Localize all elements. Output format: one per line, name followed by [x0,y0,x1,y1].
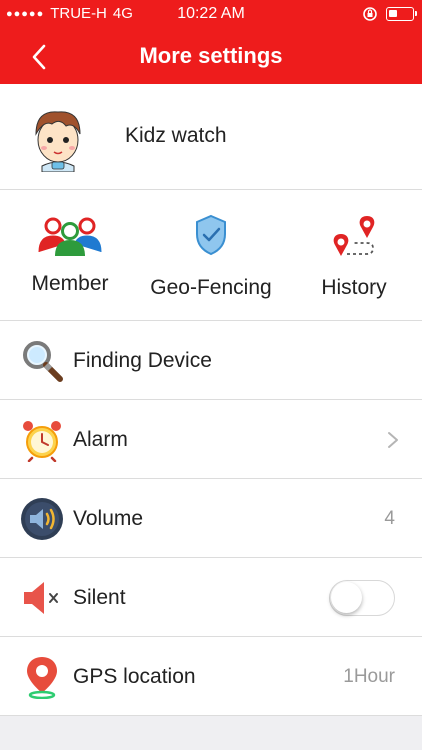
chevron-right-icon [388,432,398,448]
setting-label: GPS location [73,665,196,688]
toggle-knob [331,582,362,613]
header-bar: ●●●●● TRUE-H 4G 10:22 AM More settings [0,0,422,84]
silent-toggle[interactable] [329,580,395,616]
setting-label: Alarm [73,428,128,451]
setting-label: Silent [73,586,126,609]
status-bar: ●●●●● TRUE-H 4G 10:22 AM [0,0,422,28]
quick-action-label: History [321,276,387,299]
alarm-row[interactable]: Alarm [0,400,422,479]
volume-value: 4 [384,508,395,529]
magnifier-icon [23,341,63,382]
setting-label: Finding Device [73,349,212,372]
app-screen: ●●●●● TRUE-H 4G 10:22 AM More settings K… [0,0,422,750]
member-group-icon [38,217,102,256]
geo-fencing-button[interactable]: Geo-Fencing [140,190,282,321]
shield-icon [196,214,226,256]
volume-row[interactable]: Volume 4 [0,479,422,558]
member-button[interactable]: Member [18,190,122,321]
status-right [362,6,417,22]
history-button[interactable]: History [304,190,404,321]
finding-device-row[interactable]: Finding Device [0,321,422,400]
nav-bar: More settings [0,28,422,84]
status-time: 10:22 AM [177,5,245,22]
settings-content: Kidz watch Member Geo-Fencing History Fi… [0,84,422,716]
device-name: Kidz watch [125,124,227,147]
location-pin-icon [27,657,57,699]
gps-interval-value: 1Hour [343,666,395,687]
route-pins-icon [333,216,375,256]
device-profile[interactable]: Kidz watch [0,84,422,190]
quick-action-label: Member [31,272,109,295]
gps-location-row[interactable]: GPS location 1Hour [0,637,422,716]
rotation-lock-icon [363,7,377,21]
avatar [35,111,81,172]
quick-actions: Member Geo-Fencing History [0,190,422,321]
silent-row: Silent [0,558,422,637]
quick-action-label: Geo-Fencing [150,276,272,299]
page-title: More settings [139,43,283,68]
alarm-clock-icon [23,421,61,462]
battery-icon [386,7,417,21]
mute-speaker-icon [24,582,58,614]
setting-label: Volume [73,507,144,530]
speaker-icon [21,498,63,540]
